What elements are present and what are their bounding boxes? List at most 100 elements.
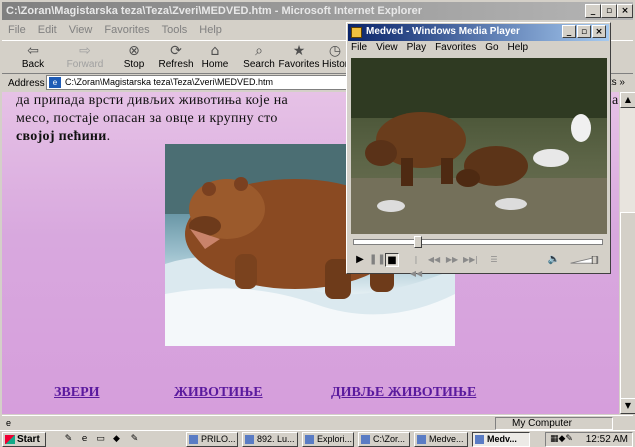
text-line-1: да припада врсти дивљих животиња које на [16, 93, 289, 108]
scroll-down-icon[interactable]: ▼ [620, 398, 635, 414]
menu-edit[interactable]: Edit [38, 24, 57, 36]
quicklaunch-tool-icon[interactable]: ✎ [128, 433, 141, 445]
volume-slider[interactable] [567, 256, 603, 264]
back-label: Back [21, 59, 45, 70]
address-input[interactable]: e C:\Zoran\Magistarska teza\Teza\Zveri\M… [46, 75, 356, 90]
home-icon: ⌂ [210, 43, 220, 59]
task-label: Medv... [487, 434, 517, 444]
wmp-window: Medved - Windows Media Player _ ▫ × File… [346, 22, 611, 278]
home-button[interactable]: ⌂ Home [200, 43, 230, 73]
fast-forward-icon[interactable]: ▶▶ [445, 253, 459, 267]
scroll-up-icon[interactable]: ▲ [620, 92, 635, 108]
task-label: 892. Lu... [257, 434, 295, 444]
address-value: C:\Zoran\Magistarska teza\Teza\Zveri\MED… [65, 77, 274, 87]
menu-file[interactable]: File [8, 24, 26, 36]
start-label: Start [17, 434, 40, 445]
play-icon[interactable]: ▶ [353, 253, 367, 267]
video-display[interactable] [351, 58, 607, 234]
history-label: Histor [322, 59, 349, 70]
text-line-3-bold: својој пећини [16, 129, 107, 144]
forward-arrow-icon: ⇨ [79, 43, 91, 59]
wmp-menu-go[interactable]: Go [485, 42, 498, 56]
tray-icons[interactable]: ▦◆✎ [550, 433, 573, 446]
history-button[interactable]: ◷ Histor [322, 43, 348, 73]
vertical-scrollbar[interactable]: ▲ ▼ [619, 92, 635, 414]
link-zveri[interactable]: ЗВЕРИ [54, 385, 100, 401]
video-frame [351, 58, 607, 234]
wmp-minimize-button[interactable]: _ [562, 25, 576, 38]
scroll-thumb[interactable] [620, 212, 635, 402]
playlist-icon[interactable]: ☰ [487, 253, 501, 267]
favorites-button[interactable]: ★ Favorites [278, 43, 320, 73]
stop-button[interactable]: ⊗ Stop [120, 43, 148, 73]
seek-bar[interactable] [353, 236, 603, 248]
wmp-menu-help[interactable]: Help [508, 42, 529, 56]
start-button[interactable]: Start [2, 432, 46, 447]
stop-media-icon[interactable]: ■ [385, 253, 399, 267]
forward-label: Forward [66, 59, 104, 70]
seek-thumb[interactable] [414, 236, 422, 248]
status-bar: e My Computer [2, 415, 633, 430]
wmp-menu-view[interactable]: View [376, 42, 398, 56]
wmp-menu-file[interactable]: File [351, 42, 367, 56]
system-tray: ▦◆✎ 12:52 AM [545, 432, 633, 447]
rewind-icon[interactable]: ◀◀ [427, 253, 441, 267]
task-explorer[interactable]: Explori... [302, 432, 354, 447]
task-medved-wmp[interactable]: Medv... [472, 432, 530, 447]
history-icon: ◷ [328, 43, 342, 59]
wmp-menu-play[interactable]: Play [407, 42, 426, 56]
quicklaunch-desktop-icon[interactable]: ▭ [94, 433, 107, 445]
close-button[interactable]: × [617, 4, 633, 18]
menu-favorites[interactable]: Favorites [104, 24, 149, 36]
text-line-1-end: a [612, 93, 619, 108]
refresh-button[interactable]: ⟳ Refresh [157, 43, 195, 73]
minimize-button[interactable]: _ [585, 4, 601, 18]
menu-view[interactable]: View [69, 24, 93, 36]
wmp-maximize-button[interactable]: ▫ [577, 25, 591, 38]
text-line-3-rest: . [106, 129, 111, 144]
refresh-icon: ⟳ [170, 43, 182, 59]
wmp-menu-favorites[interactable]: Favorites [435, 42, 476, 56]
menu-tools[interactable]: Tools [162, 24, 188, 36]
maximize-button[interactable]: ▫ [601, 4, 617, 18]
back-button[interactable]: ⇦ Back [18, 43, 48, 73]
link-zivotinje[interactable]: ЖИВОТИЊЕ [174, 385, 263, 401]
word-icon [189, 435, 198, 444]
page-icon: e [49, 77, 61, 88]
task-892[interactable]: 892. Lu... [242, 432, 298, 447]
transport-controls: ▶ ❚❚ ■ |◀◀ ◀◀ ▶▶ ▶▶| ☰ 🔈 [351, 252, 607, 278]
favorites-label: Favorites [278, 59, 320, 70]
task-medved-ie[interactable]: Medve... [414, 432, 468, 447]
wmp-close-button[interactable]: × [592, 25, 606, 38]
skip-back-icon[interactable]: |◀◀ [409, 253, 423, 278]
search-icon: ⌕ [255, 43, 263, 59]
pause-icon[interactable]: ❚❚ [369, 253, 386, 267]
quicklaunch-app-icon[interactable]: ◆ [110, 433, 123, 445]
search-button[interactable]: ⌕ Search [242, 43, 276, 73]
security-zone: My Computer [495, 417, 613, 430]
menu-help[interactable]: Help [199, 24, 222, 36]
task-prilo[interactable]: PRILO... [186, 432, 238, 447]
quicklaunch-edit-icon[interactable]: ✎ [62, 433, 75, 445]
ie-icon [417, 435, 426, 444]
speaker-icon[interactable]: 🔈 [547, 253, 561, 267]
address-label: Address [8, 77, 45, 89]
app-icon [245, 435, 254, 444]
quicklaunch-ie-icon[interactable]: e [78, 433, 91, 445]
taskbar: Start ✎ e ▭ ◆ ✎ PRILO... 892. Lu... Expl… [0, 430, 635, 447]
wmp-icon [475, 435, 484, 444]
refresh-label: Refresh [158, 59, 194, 70]
task-label: Medve... [429, 434, 464, 444]
forward-button[interactable]: ⇨ Forward [66, 43, 104, 73]
wmp-title: Medved - Windows Media Player [366, 26, 520, 37]
link-divlje-zivotinje[interactable]: ДИВЉЕ ЖИВОТИЊЕ [331, 385, 476, 401]
task-label: C:\Zor... [373, 434, 406, 444]
home-label: Home [201, 59, 229, 70]
wmp-app-icon [351, 27, 362, 38]
task-czor[interactable]: C:\Zor... [358, 432, 410, 447]
skip-forward-icon[interactable]: ▶▶| [463, 253, 478, 267]
ie-titlebar[interactable]: C:\Zoran\Magistarska teza\Teza\Zveri\MED… [2, 2, 633, 20]
back-arrow-icon: ⇦ [27, 43, 39, 59]
clock[interactable]: 12:52 AM [586, 434, 628, 445]
wmp-titlebar[interactable]: Medved - Windows Media Player _ ▫ × [348, 24, 609, 41]
